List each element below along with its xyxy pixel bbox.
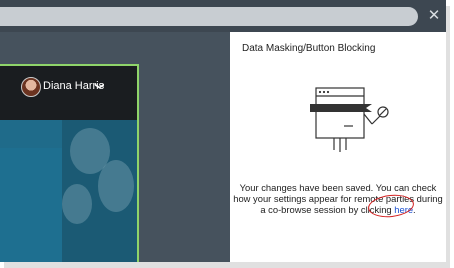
- cobrowse-window: ✕ Diana Harris ❯ Data Masking/Button Blo…: [0, 0, 446, 262]
- close-icon[interactable]: ✕: [426, 7, 442, 23]
- app-hero-image: [0, 120, 137, 262]
- app-header: Diana Harris ❯: [0, 66, 137, 120]
- pointer-arm: [363, 113, 373, 125]
- block-icon-slash: [379, 108, 387, 116]
- hero-tree: [62, 184, 92, 224]
- panel-title: Data Masking/Button Blocking: [242, 43, 376, 54]
- mask-ribbon: [310, 104, 372, 112]
- hero-tree: [98, 160, 134, 212]
- masked-window-illustration: [310, 87, 389, 152]
- avatar[interactable]: [21, 77, 41, 97]
- settings-panel: Data Masking/Button Blocking Your change…: [230, 32, 446, 262]
- address-bar[interactable]: [0, 7, 418, 26]
- chevron-down-icon[interactable]: ❯: [93, 79, 104, 93]
- pointer-arm: [371, 115, 381, 125]
- shared-app-preview[interactable]: Diana Harris ❯: [0, 64, 139, 262]
- chevron-glyph: ❯: [93, 82, 104, 90]
- saved-message: Your changes have been saved. You can ch…: [230, 182, 446, 215]
- hero-panel: [0, 148, 62, 262]
- top-bar: ✕: [0, 0, 446, 32]
